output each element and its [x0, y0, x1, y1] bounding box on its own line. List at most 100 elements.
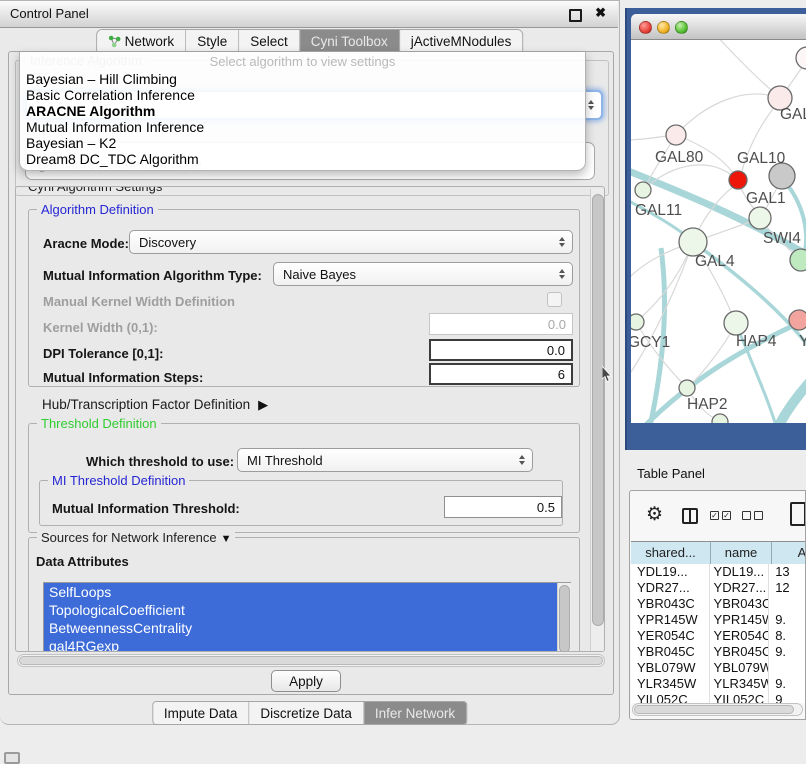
network-node-gcy1[interactable] [631, 314, 644, 330]
network-node-hap2[interactable] [679, 380, 695, 396]
table-row[interactable]: YBR043CYBR043C [631, 596, 806, 612]
mi-steps-field[interactable]: 6 [429, 363, 573, 385]
algorithm-option[interactable]: Bayesian – K2 [20, 135, 585, 151]
kernel-width-field[interactable]: 0.0 [429, 313, 573, 335]
column-layout-icon[interactable] [682, 508, 698, 524]
settings-hscrollbar[interactable] [17, 654, 605, 667]
data-attribute-item[interactable]: TopologicalCoefficient [44, 601, 570, 619]
scrollbar-thumb[interactable] [634, 705, 794, 714]
scrollbar-thumb[interactable] [592, 194, 604, 626]
gear-icon[interactable]: ⚙ [646, 503, 663, 526]
network-canvas[interactable]: GALGAL80GAL10GAL1GAL11GAL4SWI4GCY1HAP4YH… [631, 40, 806, 423]
column-header-shared-name[interactable]: shared... [631, 541, 711, 565]
attribute-list-scrollbar[interactable] [557, 583, 571, 652]
minimize-traffic-light[interactable] [657, 21, 670, 34]
network-window-titlebar[interactable] [631, 14, 806, 40]
table-row[interactable]: YIL052CYIL052C9 [631, 692, 806, 703]
settings-scrollbar[interactable] [590, 189, 605, 651]
close-icon[interactable]: ✖ [595, 5, 606, 21]
algorithm-option[interactable]: Bayesian – Hill Climbing [20, 71, 585, 87]
control-panel-titlebar[interactable]: Control Panel ✖ [0, 1, 618, 28]
table-cell: YPR145W [710, 612, 770, 628]
network-node-swi4[interactable] [790, 249, 806, 271]
table-body: YDL19...YDL19...13YDR27...YDR27...12YBR0… [631, 564, 806, 703]
table-cell [769, 596, 806, 612]
table-hscrollbar[interactable] [632, 703, 803, 716]
algorithm-option[interactable]: Mutual Information Inference [20, 119, 585, 135]
checked-checkbox-icon[interactable]: ✓ [722, 511, 731, 520]
network-node-bottom[interactable] [712, 414, 728, 423]
network-tab-icon [108, 35, 121, 48]
table-row[interactable]: YDL19...YDL19...13 [631, 564, 806, 580]
tab-discretize-data[interactable]: Discretize Data [249, 702, 364, 724]
table-cell: YLR345W [631, 676, 710, 692]
mi-type-combobox[interactable]: Naive Bayes [273, 262, 573, 286]
network-node-gal11[interactable] [635, 182, 651, 198]
table-row[interactable]: YBL079WYBL079W [631, 660, 806, 676]
data-attribute-item[interactable]: gal4RGexp [44, 637, 570, 652]
network-node-corner[interactable] [796, 47, 806, 69]
table-row[interactable]: YDR27...YDR27...12 [631, 580, 806, 596]
document-icon[interactable] [790, 502, 806, 526]
zoom-traffic-light[interactable] [675, 21, 688, 34]
threshold-definition-group: Threshold Definition Which threshold to … [28, 423, 580, 533]
dpi-tolerance-field[interactable]: 0.0 [429, 339, 573, 361]
tab-network[interactable]: Network [97, 30, 187, 52]
table-cell: YLR345W [710, 676, 770, 692]
table-row[interactable]: YPR145WYPR145W9. [631, 612, 806, 628]
mi-type-label: Mutual Information Algorithm Type: [43, 268, 262, 283]
network-node-gal80[interactable] [666, 125, 686, 145]
mi-threshold-label: Mutual Information Threshold: [52, 501, 240, 516]
network-node-hap4[interactable] [724, 311, 748, 335]
network-node-label: HAP4 [736, 333, 777, 350]
checked-checkbox-icon[interactable]: ✓ [710, 511, 719, 520]
network-node-gal4[interactable] [679, 228, 707, 256]
table-row[interactable]: YBR045CYBR045C9. [631, 644, 806, 660]
tab-select-label: Select [250, 34, 288, 49]
table-cell: YBL079W [631, 660, 710, 676]
network-node-gal1[interactable] [749, 207, 771, 229]
tab-cyni-toolbox[interactable]: Cyni Toolbox [300, 30, 400, 52]
algorithm-option[interactable]: Basic Correlation Inference [20, 87, 585, 103]
column-header-name[interactable]: name [711, 541, 772, 565]
tab-infer-network[interactable]: Infer Network [364, 702, 466, 724]
table-row[interactable]: YER054CYER054C8. [631, 628, 806, 644]
tab-style-label: Style [197, 34, 227, 49]
apply-button[interactable]: Apply [271, 670, 341, 692]
combo-arrows-icon [519, 455, 525, 465]
aracne-mode-combobox[interactable]: Discovery [129, 230, 573, 254]
algorithm-option[interactable]: Dream8 DC_TDC Algorithm [20, 151, 585, 167]
tab-style[interactable]: Style [186, 30, 239, 52]
combo-arrows-icon [559, 269, 565, 279]
data-attributes-list[interactable]: SelfLoopsTopologicalCoefficientBetweenne… [43, 582, 571, 652]
manual-kernel-checkbox[interactable] [547, 292, 562, 307]
data-attributes-label: Data Attributes [36, 554, 129, 569]
float-window-icon[interactable] [569, 9, 582, 22]
column-header-cut[interactable]: A [772, 541, 806, 565]
hub-definition-toggle[interactable]: Hub/Transcription Factor Definition▶ [42, 397, 268, 413]
float-panel-icon[interactable] [4, 752, 20, 764]
scrollbar-thumb[interactable] [559, 585, 570, 652]
threshold-definition-title: Threshold Definition [37, 416, 161, 431]
network-node-salmon[interactable] [789, 310, 806, 330]
network-node-label: GAL11 [635, 202, 682, 219]
scrollbar-thumb[interactable] [19, 656, 603, 665]
mi-threshold-field[interactable]: 0.5 [444, 496, 562, 518]
table-cell: YBR045C [631, 644, 710, 660]
unchecked-checkbox-icon[interactable] [742, 511, 751, 520]
table-cell: YBR043C [631, 596, 710, 612]
network-view-window: GALGAL80GAL10GAL1GAL11GAL4SWI4GCY1HAP4YH… [625, 8, 806, 450]
sources-title-text: Sources for Network Inference [41, 530, 217, 545]
unchecked-checkbox-icon[interactable] [754, 511, 763, 520]
tab-impute-data[interactable]: Impute Data [153, 702, 250, 724]
network-node-red-node[interactable] [729, 171, 747, 189]
algorithm-option[interactable]: ARACNE Algorithm [20, 103, 585, 119]
network-edge [676, 94, 780, 135]
data-attribute-item[interactable]: BetweennessCentrality [44, 619, 570, 637]
tab-select[interactable]: Select [239, 30, 300, 52]
data-attribute-item[interactable]: SelfLoops [44, 583, 570, 601]
table-row[interactable]: YLR345WYLR345W9. [631, 676, 806, 692]
close-traffic-light[interactable] [639, 21, 652, 34]
which-threshold-combobox[interactable]: MI Threshold [237, 448, 533, 472]
tab-jactivemnodules[interactable]: jActiveMNodules [400, 30, 523, 52]
